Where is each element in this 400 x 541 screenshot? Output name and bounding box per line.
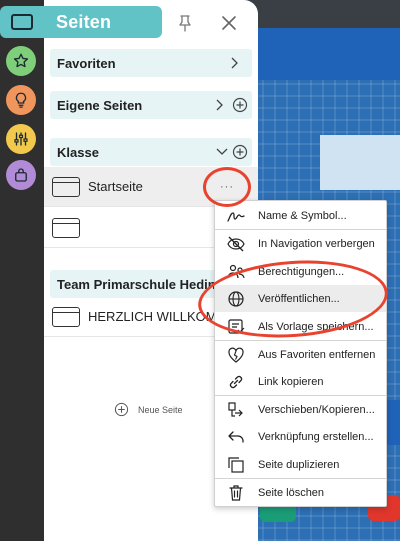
section-label: Team Primarschule Hedin bbox=[57, 276, 216, 292]
menu-item-label: Link kopieren bbox=[258, 375, 324, 388]
heart-broken-icon bbox=[228, 347, 244, 363]
add-circle-icon bbox=[114, 402, 129, 417]
page-icon bbox=[11, 14, 33, 30]
menu-item-label: In Navigation verbergen bbox=[258, 237, 375, 250]
menu-item-label: Veröffentlichen... bbox=[258, 292, 340, 305]
bag-icon bbox=[15, 168, 27, 182]
background-top-strip bbox=[250, 0, 400, 28]
section-own-pages[interactable]: Eigene Seiten bbox=[50, 91, 252, 119]
menu-item-move-copy[interactable]: Verschieben/Kopieren... bbox=[215, 396, 386, 423]
close-icon[interactable] bbox=[221, 15, 237, 31]
move-icon bbox=[228, 401, 243, 417]
menu-item-publish[interactable]: Veröffentlichen... bbox=[215, 285, 386, 312]
new-page-button[interactable]: Neue Seite bbox=[114, 402, 183, 417]
background-block bbox=[254, 28, 400, 80]
eye-off-icon bbox=[227, 236, 245, 251]
duplicate-icon bbox=[228, 456, 244, 473]
page-label: Startseite bbox=[88, 179, 143, 194]
menu-item-permissions[interactable]: Berechtigungen... bbox=[215, 258, 386, 285]
section-class[interactable]: Klasse bbox=[50, 138, 252, 166]
pages-tab[interactable]: Seiten bbox=[0, 6, 162, 38]
page-thumbnail-icon bbox=[52, 217, 80, 238]
pin-icon[interactable] bbox=[177, 14, 193, 32]
menu-item-duplicate[interactable]: Seite duplizieren bbox=[215, 451, 386, 478]
menu-item-label: Aus Favoriten entfernen bbox=[258, 348, 376, 361]
menu-item-remove-favorite[interactable]: Aus Favoriten entfernen bbox=[215, 341, 386, 368]
section-favorites[interactable]: Favoriten bbox=[50, 49, 252, 77]
sliders-icon bbox=[14, 132, 28, 146]
menu-item-name-symbol[interactable]: Name & Symbol... bbox=[215, 202, 386, 229]
lightbulb-icon bbox=[15, 92, 27, 108]
menu-item-label: Verschieben/Kopieren... bbox=[258, 403, 375, 416]
star-icon bbox=[13, 53, 29, 68]
menu-item-label: Seite löschen bbox=[258, 486, 325, 499]
users-icon bbox=[227, 264, 245, 278]
trash-icon bbox=[229, 484, 243, 501]
signature-icon bbox=[227, 211, 245, 222]
template-icon bbox=[228, 318, 245, 334]
menu-item-save-template[interactable]: Als Vorlage speichern... bbox=[215, 313, 386, 340]
rail-favorites-button[interactable] bbox=[6, 46, 36, 76]
chevron-right-icon[interactable] bbox=[228, 56, 240, 70]
menu-item-label: Seite duplizieren bbox=[258, 458, 340, 471]
panel-title: Seiten bbox=[56, 11, 112, 32]
left-rail bbox=[0, 0, 44, 541]
add-circle-icon[interactable] bbox=[232, 144, 248, 160]
section-label: Eigene Seiten bbox=[57, 97, 143, 113]
menu-item-label: Berechtigungen... bbox=[258, 265, 345, 278]
panel-header: Seiten bbox=[0, 6, 258, 40]
menu-item-delete[interactable]: Seite löschen bbox=[215, 479, 386, 506]
menu-item-label: Als Vorlage speichern... bbox=[258, 320, 374, 333]
chevron-right-icon[interactable] bbox=[213, 98, 225, 112]
add-circle-icon[interactable] bbox=[232, 97, 248, 113]
menu-item-create-shortcut[interactable]: Verknüpfung erstellen... bbox=[215, 423, 386, 450]
menu-item-copy-link[interactable]: Link kopieren bbox=[215, 368, 386, 395]
more-options-button[interactable]: ··· bbox=[215, 175, 239, 199]
menu-item-label: Name & Symbol... bbox=[258, 209, 347, 222]
rail-shop-button[interactable] bbox=[6, 160, 36, 190]
page-thumbnail-icon bbox=[52, 306, 80, 327]
page-thumbnail-icon bbox=[52, 176, 80, 197]
section-label: Favoriten bbox=[57, 55, 116, 71]
globe-icon bbox=[228, 290, 244, 307]
background-block bbox=[320, 135, 400, 190]
shortcut-icon bbox=[228, 430, 244, 443]
link-icon bbox=[229, 375, 243, 388]
context-menu: Name & Symbol... In Navigation verbergen… bbox=[214, 200, 387, 507]
section-label: Klasse bbox=[57, 144, 99, 160]
new-page-label: Neue Seite bbox=[138, 404, 183, 415]
rail-ideas-button[interactable] bbox=[6, 85, 36, 115]
chevron-down-icon[interactable] bbox=[215, 146, 229, 158]
menu-item-label: Verknüpfung erstellen... bbox=[258, 430, 374, 443]
menu-item-hide-navigation[interactable]: In Navigation verbergen bbox=[215, 230, 386, 257]
page-label: HERZLICH WILLKOMM bbox=[88, 309, 228, 324]
rail-settings-button[interactable] bbox=[6, 124, 36, 154]
